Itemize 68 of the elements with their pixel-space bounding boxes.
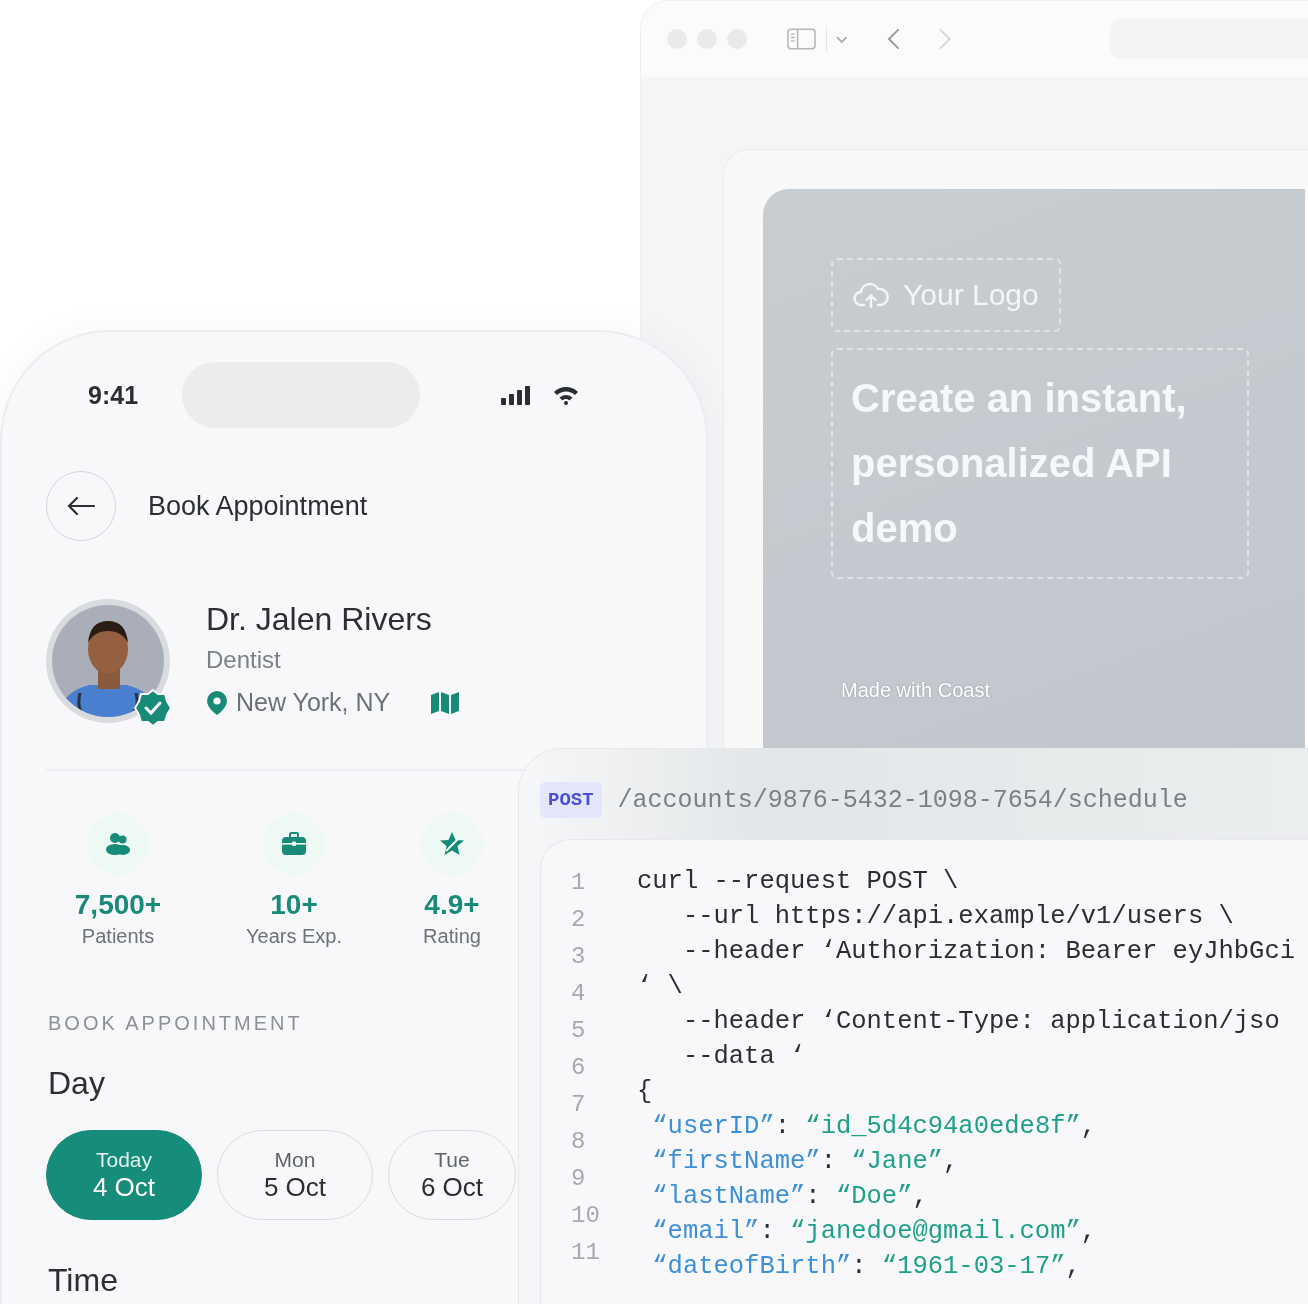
line-number: 5 [571, 1016, 587, 1046]
json-value: “Jane” [851, 1147, 944, 1176]
line-number: 1 [571, 868, 587, 898]
section-label: BOOK APPOINTMENT [47, 1012, 303, 1035]
code-text: : [759, 1217, 776, 1246]
stat-label: Patients [81, 925, 155, 948]
doctor-name: Dr. Jalen Rivers [206, 601, 433, 638]
stat-value: 10+ [270, 889, 318, 921]
code-text: ‘ \ [637, 972, 683, 1001]
location-pin-icon [206, 689, 228, 716]
code-text: : [820, 1147, 837, 1176]
line-number: 2 [571, 905, 587, 935]
chevron-down-icon[interactable] [835, 34, 849, 44]
code-text: --url https://api.example/v1/users \ [681, 902, 1234, 931]
code-text: curl --request POST \ [637, 867, 959, 896]
code-text: --data ‘ [681, 1042, 806, 1071]
json-value: “janedoe@gmail.com” [790, 1217, 1081, 1246]
json-key: “userID” [637, 1112, 775, 1141]
screen-title: Book Appointment [148, 490, 368, 522]
method-badge: POST [540, 782, 602, 818]
line-number: 7 [571, 1090, 587, 1120]
line-number: 6 [571, 1053, 587, 1083]
line-number: 11 [571, 1238, 601, 1268]
signal-icon [500, 385, 532, 405]
time-heading: Time [47, 1262, 118, 1299]
day-heading: Day [47, 1065, 105, 1102]
code-text: , [943, 1147, 959, 1176]
json-value: “1961-03-17” [881, 1252, 1066, 1281]
day-chip[interactable]: Tue 6 Oct [388, 1130, 516, 1220]
cloud-upload-icon [853, 281, 889, 309]
code-text: , [1065, 1252, 1081, 1281]
stat-value: 4.9+ [424, 889, 480, 921]
line-number: 4 [571, 979, 587, 1009]
json-key: “firstName” [637, 1147, 821, 1176]
json-key: “dateofBirth” [637, 1252, 852, 1281]
code-text: --header ‘Authorization: Bearer eyJhbGci [681, 937, 1295, 966]
slide-footer: Made with Coast [841, 679, 990, 702]
doctor-location: New York, NY [236, 688, 391, 717]
json-value: “Doe” [835, 1182, 913, 1211]
day-chip[interactable]: Today 4 Oct [46, 1130, 202, 1220]
day-chip[interactable]: Mon 5 Oct [217, 1130, 373, 1220]
stat-value: 7,500+ [74, 889, 162, 921]
doctor-specialty: Dentist [206, 646, 282, 674]
endpoint-path: /accounts/9876-5432-1098-7654/schedule [617, 785, 1188, 815]
line-number: 8 [571, 1127, 587, 1157]
map-icon[interactable] [430, 690, 461, 715]
code-text: , [912, 1182, 928, 1211]
wifi-icon [552, 385, 580, 405]
code-text: : [805, 1182, 822, 1211]
stat-label: Years Exp. [246, 925, 342, 948]
code-text: , [1080, 1217, 1097, 1246]
code-text: --header ‘Content-Type: application/jso [681, 1007, 1280, 1036]
code-text: , [1080, 1112, 1097, 1141]
code-text: : [851, 1252, 868, 1281]
back-arrow-icon [66, 496, 96, 516]
forward-icon[interactable] [938, 27, 952, 51]
status-time: 9:41 [87, 380, 140, 410]
line-number: 10 [571, 1201, 601, 1231]
code-text: : [774, 1112, 792, 1141]
stat-label: Rating [423, 925, 481, 948]
sidebar-icon[interactable] [787, 28, 816, 50]
json-key: “email” [637, 1217, 760, 1246]
code-text: { [637, 1077, 653, 1106]
line-number: 9 [571, 1164, 587, 1194]
line-number: 3 [571, 942, 587, 972]
json-key: “lastName” [637, 1182, 806, 1211]
json-value: “id_5d4c94a0ede8f” [805, 1112, 1081, 1141]
back-icon[interactable] [886, 27, 901, 51]
